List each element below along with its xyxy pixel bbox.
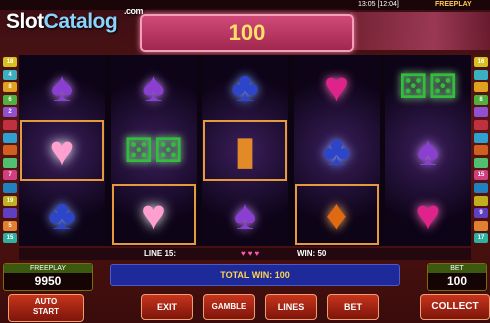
line-indicator-left-8[interactable]: [3, 145, 17, 156]
diamond-icon: ♦: [325, 190, 348, 238]
freeplay-value: 9950: [34, 274, 62, 288]
bet-button[interactable]: BET: [327, 294, 379, 320]
reel-1: ♠ ♥ ♣: [19, 55, 105, 246]
clock-text: 13:05 [12:04]: [358, 1, 399, 8]
line-indicator-left-9[interactable]: [3, 157, 17, 168]
heart-icon: ♥: [141, 190, 166, 238]
reel-2-symbol-1: ♠: [111, 55, 197, 118]
line-indicator-left-7[interactable]: [3, 132, 17, 143]
bar-icon: ▮: [233, 128, 256, 173]
line-indicator-right-13[interactable]: 9: [474, 208, 488, 219]
dice-icon: ⚄⚄: [398, 67, 458, 106]
line-indicator-left-15[interactable]: 15: [3, 233, 17, 244]
line-indicator-left-5[interactable]: 2: [3, 107, 17, 118]
bet-panel: BET 100: [427, 263, 487, 291]
reel-5-symbol-3: ♥: [385, 183, 471, 246]
heart-icon: ♥: [324, 62, 349, 110]
reel-2: ♠ ⚄⚄ ♥: [110, 55, 197, 246]
bet-value: 100: [446, 274, 468, 288]
bet-label: BET: [428, 264, 486, 273]
logo-part-slot: Slot: [6, 10, 44, 33]
line-indicator-right-7[interactable]: [474, 132, 488, 143]
line-indicator-left-13[interactable]: [3, 208, 17, 219]
line-indicator-right-15[interactable]: 17: [474, 233, 488, 244]
reel-3-symbol-2: ▮: [202, 119, 288, 182]
club-icon: ♣: [48, 190, 76, 238]
exit-button[interactable]: EXIT: [141, 294, 193, 320]
line-indicator-left-4[interactable]: 6: [3, 94, 17, 105]
line-indicator-left-2[interactable]: 4: [3, 69, 17, 80]
reel-1-symbol-3: ♣: [19, 183, 105, 246]
reel-5-symbol-1: ⚄⚄: [385, 55, 471, 118]
logo-suffix: .com: [124, 6, 144, 16]
line-win-bar: LINE 15: ♥♥♥ WIN: 50: [19, 248, 471, 260]
line-indicator-right-9[interactable]: [474, 157, 488, 168]
reel-3-symbol-1: ♣: [202, 55, 288, 118]
line-indicator-left-11[interactable]: [3, 183, 17, 193]
line-indicator-right-12[interactable]: [474, 195, 488, 206]
line-indicator-left-1[interactable]: 18: [3, 57, 17, 67]
line-indicator-right-3[interactable]: [474, 82, 488, 93]
win-display: 100: [140, 14, 354, 52]
line-indicator-right-2[interactable]: [474, 69, 488, 80]
reel-4: ♥ ♣ ♦: [293, 55, 380, 246]
winning-hearts-icon: ♥♥♥: [241, 249, 262, 258]
line-indicator-right-4[interactable]: 8: [474, 94, 488, 105]
reel-2-symbol-2: ⚄⚄: [111, 119, 197, 182]
line-indicator-right-1[interactable]: 16: [474, 57, 488, 67]
line-indicator-left-12[interactable]: 19: [3, 195, 17, 206]
line-indicator-left-14[interactable]: 5: [3, 220, 17, 231]
freeplay-panel: FREEPLAY 9950: [3, 263, 93, 291]
reel-4-symbol-1: ♥: [294, 55, 380, 118]
reel-5: ⚄⚄ ♠ ♥: [385, 55, 471, 246]
line-number: LINE 15:: [144, 249, 177, 258]
line-indicator-right-8[interactable]: [474, 145, 488, 156]
line-indicator-right-14[interactable]: [474, 220, 488, 231]
collect-button[interactable]: COLLECT: [420, 294, 490, 320]
line-indicator-left-10[interactable]: 7: [3, 170, 17, 181]
club-icon: ♣: [231, 62, 259, 110]
line-indicator-right-11[interactable]: [474, 183, 488, 193]
spade-icon: ♠: [416, 126, 440, 174]
reel-4-symbol-2: ♣: [294, 119, 380, 182]
slotcatalog-logo: SlotCatalog .com: [6, 6, 144, 34]
status-bar: 13:05 [12:04] FREEPLAY: [0, 0, 490, 10]
line-win-amount: WIN: 50: [297, 249, 327, 258]
line-indicator-left-6[interactable]: [3, 120, 17, 130]
reel-3: ♣ ▮ ♠: [202, 55, 288, 246]
line-indicator-left-3[interactable]: 8: [3, 82, 17, 93]
gamble-button[interactable]: GAMBLE: [203, 294, 255, 320]
reel-1-symbol-1: ♠: [19, 55, 105, 118]
heart-icon: ♥: [415, 190, 441, 238]
line-indicator-right-5[interactable]: [474, 107, 488, 118]
line-indicator-right-10[interactable]: 15: [474, 170, 488, 181]
reel-3-symbol-3: ♠: [202, 183, 288, 246]
spade-icon: ♠: [50, 62, 74, 110]
dice-icon: ⚄⚄: [123, 131, 184, 170]
line-indicator-right-6[interactable]: [474, 120, 488, 130]
spade-icon: ♠: [142, 62, 165, 110]
auto-start-button[interactable]: AUTO START: [8, 294, 84, 322]
lines-button[interactable]: LINES: [265, 294, 317, 320]
spade-icon: ♠: [233, 190, 257, 238]
reels-area: ♠ ♥ ♣ ♠ ⚄⚄ ♥ ♣ ▮ ♠ ♥ ♣ ♦ ⚄⚄ ♠ ♥: [19, 55, 471, 246]
reel-1-symbol-2: ♥: [19, 119, 105, 182]
total-win-display: TOTAL WIN: 100: [110, 264, 400, 286]
auto-start-label-2: START: [32, 307, 60, 316]
reel-2-symbol-3: ♥: [111, 183, 197, 246]
reel-5-symbol-2: ♠: [385, 119, 471, 182]
freeplay-label: FREEPLAY: [4, 264, 92, 273]
city-skyline-decoration: [350, 12, 490, 50]
mode-text: FREEPLAY: [435, 1, 472, 8]
auto-start-label-1: AUTO: [34, 297, 58, 306]
reel-4-symbol-3: ♦: [294, 183, 380, 246]
club-icon: ♣: [322, 126, 351, 174]
heart-icon: ♥: [49, 126, 75, 174]
logo-part-catalog: Catalog: [43, 10, 118, 33]
